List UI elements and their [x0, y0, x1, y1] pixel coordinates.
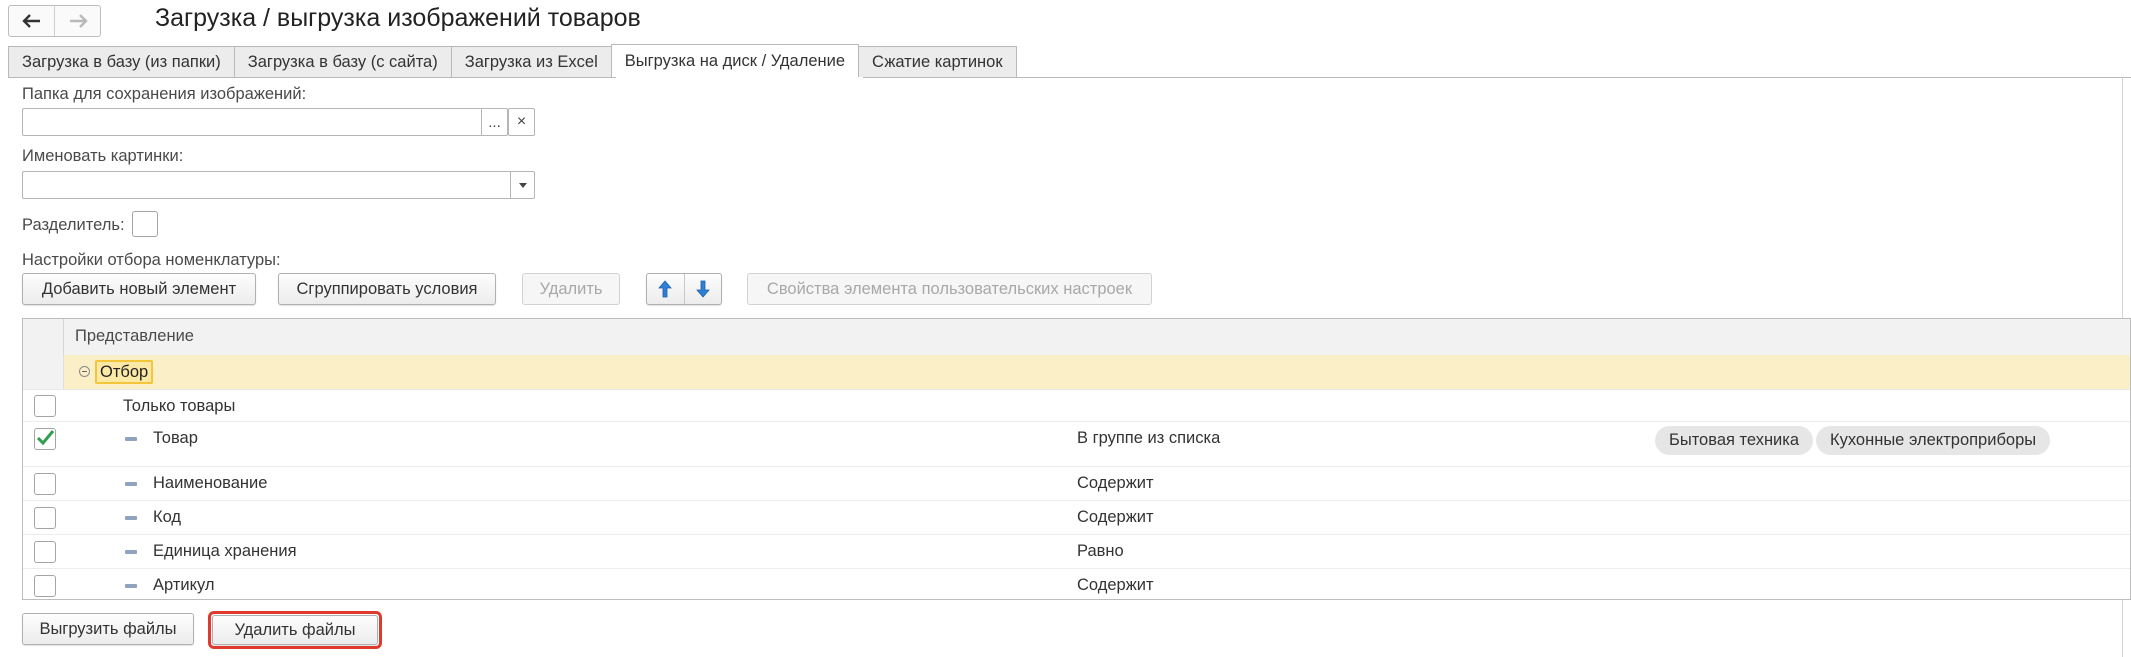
table-row[interactable]: [23, 389, 2130, 422]
group-conditions-button[interactable]: Сгруппировать условия: [278, 273, 496, 305]
chevron-down-icon: [518, 182, 527, 188]
row-checkbox[interactable]: [34, 507, 56, 529]
separator-label: Разделитель:: [22, 216, 125, 234]
forward-button[interactable]: [54, 6, 100, 36]
row-checkbox[interactable]: [34, 541, 56, 563]
arrow-left-icon: [21, 14, 40, 28]
table-header: [23, 319, 2130, 356]
active-tab-gap: [616, 77, 863, 78]
arrow-right-icon: [69, 14, 88, 28]
row-checkbox[interactable]: [34, 428, 56, 450]
condition-icon: [125, 482, 137, 486]
arrow-down-icon: [695, 280, 710, 298]
tab-load-excel[interactable]: Загрузка из Excel: [450, 46, 612, 78]
tab-divider: [8, 77, 2131, 78]
group-label-filter[interactable]: Отбор: [95, 360, 154, 384]
condition-icon: [125, 584, 137, 588]
row-label: Наименование: [153, 474, 268, 492]
row-condition: Равно: [1077, 542, 1124, 560]
row-label: Только товары: [123, 397, 236, 415]
condition-icon: [125, 516, 137, 520]
back-button[interactable]: [9, 6, 54, 36]
row-checkbox[interactable]: [34, 575, 56, 597]
header-separator: [63, 319, 64, 355]
page-title: Загрузка / выгрузка изображений товаров: [155, 4, 641, 32]
add-element-button[interactable]: Добавить новый элемент: [22, 273, 256, 305]
naming-select-value: [23, 172, 510, 198]
row-checkbox[interactable]: [34, 395, 56, 417]
naming-select[interactable]: [22, 171, 535, 199]
row-condition: Содержит: [1077, 508, 1154, 526]
row-label: Товар: [153, 429, 198, 447]
value-chip[interactable]: Кухонные электроприборы: [1816, 426, 2051, 455]
folder-label: Папка для сохранения изображений:: [22, 85, 307, 103]
naming-label: Именовать картинки:: [22, 147, 184, 165]
move-buttons: [646, 273, 722, 305]
delete-files-button[interactable]: Удалить файлы: [212, 615, 378, 645]
element-properties-button[interactable]: Свойства элемента пользовательских настр…: [747, 273, 1152, 305]
filter-settings-label: Настройки отбора номенклатуры:: [22, 251, 281, 269]
dropdown-button[interactable]: [510, 172, 534, 198]
row-checkbox-cell: [23, 355, 64, 389]
move-down-button[interactable]: [683, 274, 722, 304]
tab-export-delete[interactable]: Выгрузка на диск / Удаление: [610, 44, 860, 78]
move-up-button[interactable]: [647, 274, 684, 304]
separator-input[interactable]: [132, 211, 158, 237]
table-row-group[interactable]: [23, 355, 2130, 390]
value-chip[interactable]: Бытовая техника: [1655, 426, 1814, 455]
export-files-button[interactable]: Выгрузить файлы: [22, 613, 194, 645]
condition-icon: [125, 550, 137, 554]
nav-buttons: [8, 5, 101, 37]
row-condition: В группе из списка: [1077, 429, 1221, 447]
arrow-up-icon: [658, 280, 673, 298]
row-condition: Содержит: [1077, 474, 1154, 492]
collapse-icon[interactable]: [79, 366, 90, 377]
row-label: Код: [153, 508, 182, 526]
filter-table: Представление Отбор Только товары Товар …: [22, 318, 2131, 600]
folder-input[interactable]: ...: [22, 108, 508, 136]
condition-icon: [125, 437, 137, 441]
folder-select-button[interactable]: ...: [481, 109, 507, 135]
row-checkbox[interactable]: [34, 473, 56, 495]
tab-compress[interactable]: Сжатие картинок: [858, 46, 1017, 78]
tab-bar: Загрузка в базу (из папки) Загрузка в ба…: [8, 44, 1017, 78]
row-condition: Содержит: [1077, 576, 1154, 594]
folder-input-value: [23, 109, 481, 135]
row-label: Артикул: [153, 576, 215, 594]
column-header-representation: Представление: [75, 327, 194, 345]
tab-load-folder[interactable]: Загрузка в базу (из папки): [8, 46, 235, 78]
tab-load-site[interactable]: Загрузка в базу (с сайта): [233, 46, 452, 78]
checkmark-icon: [36, 430, 55, 446]
delete-element-button[interactable]: Удалить: [522, 273, 620, 305]
folder-clear-button[interactable]: ×: [508, 108, 535, 136]
row-label: Единица хранения: [153, 542, 297, 560]
